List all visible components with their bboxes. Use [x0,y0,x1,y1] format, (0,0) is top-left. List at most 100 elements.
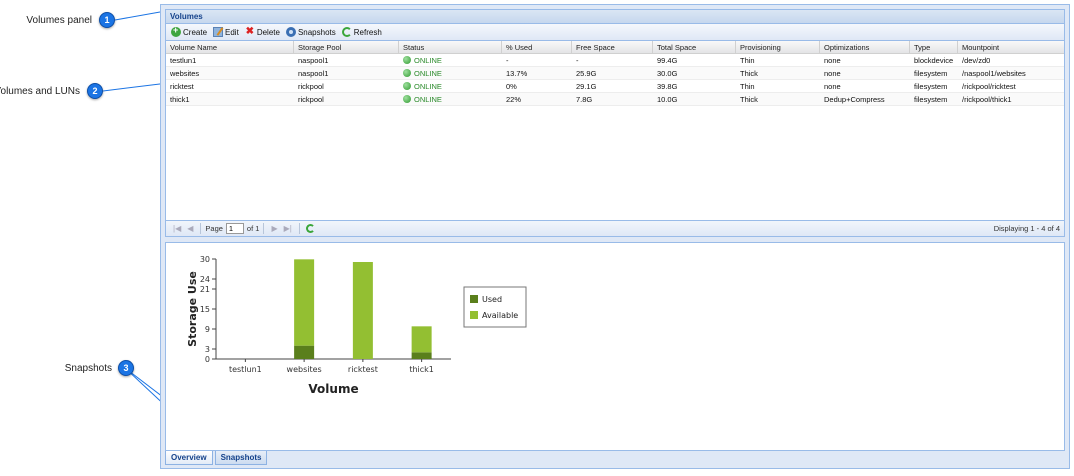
y-tick-label: 3 [205,345,210,354]
cell-optimizations: none [824,82,841,91]
cell-storage-pool: naspool1 [298,56,329,65]
cell-total-space: 30.0G [657,69,678,78]
status-online-icon [403,95,411,103]
bar-available-thick1 [411,326,432,353]
status-online-icon [403,69,411,77]
table-row[interactable]: testlun1 naspool1 ONLINE - - 99.4G Thin … [166,54,1064,67]
col-header-storage-pool[interactable]: Storage Pool [294,41,399,53]
legend-swatch-available [470,311,478,319]
cell-percent-used: 0% [506,82,517,91]
table-row[interactable]: ricktest rickpool ONLINE 0% 29.1G 39.8G … [166,80,1064,93]
pager-refresh-icon[interactable] [305,224,315,233]
cell-status: ONLINE [399,67,502,79]
callout-badge-3: 3 [118,360,134,376]
cell-type: filesystem [914,95,948,104]
cell-status: ONLINE [399,54,502,66]
paging-toolbar: |◀ ◀ Page of 1 ▶ ▶| Displaying 1 - 4 of … [166,220,1064,236]
bar-available-websites [294,259,315,346]
first-page-icon[interactable]: |◀ [170,224,184,233]
y-tick-label: 21 [200,285,210,294]
snapshot-icon [285,27,296,37]
callout-label-volumes-panel: Volumes panel [26,15,92,26]
x-tick-label: websites [287,365,322,374]
status-online-icon [403,82,411,90]
status-text: ONLINE [414,69,442,78]
bar-used-thick1 [411,352,432,359]
col-header-mountpoint[interactable]: Mountpoint [958,41,1062,53]
cell-percent-used: 22% [506,95,522,104]
cell-total-space: 99.4G [657,56,678,65]
bar-available-ricktest [352,262,373,359]
create-button[interactable]: Create [168,25,210,40]
refresh-label: Refresh [353,27,382,37]
col-header-provisioning[interactable]: Provisioning [736,41,820,53]
col-header-optimizations[interactable]: Optimizations [820,41,910,53]
table-row[interactable]: thick1 rickpool ONLINE 22% 7.8G 10.0G Th… [166,93,1064,106]
col-header-total-space[interactable]: Total Space [653,41,736,53]
cell-percent-used: - [506,56,509,65]
table-row[interactable]: websites naspool1 ONLINE 13.7% 25.9G 30.… [166,67,1064,80]
pager-separator [298,223,300,234]
cell-provisioning: Thin [740,56,755,65]
y-axis-title: Storage Use [186,271,199,347]
delete-label: Delete [256,27,280,37]
volumes-grid-header: Volume Name Storage Pool Status % Used F… [166,41,1064,54]
pager-separator [263,223,265,234]
status-text: ONLINE [414,56,442,65]
cell-mountpoint: /rickpool/ricktest [962,82,1016,91]
callout-badge-1: 1 [99,12,115,28]
volumes-grid-body: testlun1 naspool1 ONLINE - - 99.4G Thin … [166,54,1064,166]
cell-provisioning: Thick [740,69,758,78]
next-page-icon[interactable]: ▶ [268,224,280,233]
legend-label-available: Available [482,311,518,320]
cell-status: ONLINE [399,93,502,105]
delete-button[interactable]: ✖ Delete [242,25,283,40]
refresh-button[interactable]: Refresh [339,25,385,40]
leader-line-1 [114,11,161,21]
col-header-free-space[interactable]: Free Space [572,41,653,53]
create-icon [171,25,181,37]
callout-label-volumes-and-luns: Volumes and LUNs [0,86,80,97]
storage-use-chart: 03 9 15 2124 30 testlun1 websites ricktest thick… [186,255,527,396]
app-frame: Volumes Create Edit ✖ Delete Snapshots R… [160,4,1070,469]
x-tick-label: ricktest [348,365,378,374]
cell-optimizations: none [824,69,841,78]
cell-free-space: - [576,56,579,65]
overview-chart-panel: 0 3 9 15 21 24 30 testlun1 websites ricktest thick… [165,242,1065,451]
col-header-volume-name[interactable]: Volume Name [166,41,294,53]
snapshots-button[interactable]: Snapshots [283,25,339,40]
last-page-icon[interactable]: ▶| [281,224,295,233]
tab-overview[interactable]: Overview [165,451,213,465]
legend-label-used: Used [482,295,502,304]
bar-used-websites [294,345,315,359]
page-label: Page [205,224,223,233]
cell-percent-used: 13.7% [506,69,528,78]
snapshots-label: Snapshots [297,27,336,37]
cell-type: blockdevice [914,56,954,65]
cell-volume-name: thick1 [170,95,190,104]
col-header-percent-used[interactable]: % Used [502,41,572,53]
cell-optimizations: none [824,56,841,65]
callout-label-snapshots: Snapshots [64,363,112,374]
pager-separator [200,223,202,234]
cell-provisioning: Thin [740,82,755,91]
edit-button[interactable]: Edit [210,25,242,40]
x-axis-title: Volume [308,382,358,396]
col-header-type[interactable]: Type [910,41,958,53]
legend-box [463,286,527,328]
refresh-icon [341,27,352,37]
volumes-panel: Volumes Create Edit ✖ Delete Snapshots R… [165,9,1065,237]
edit-label: Edit [225,27,239,37]
cell-type: filesystem [914,69,948,78]
leader-line-2 [102,82,169,92]
col-header-status[interactable]: Status [399,41,502,53]
y-tick-label: 24 [200,275,210,284]
page-number-input[interactable] [225,223,244,234]
cell-mountpoint: /naspool1/websites [962,69,1026,78]
cell-volume-name: ricktest [170,82,194,91]
status-online-icon [403,56,411,64]
delete-icon: ✖ [245,26,254,37]
tab-snapshots[interactable]: Snapshots [214,451,268,465]
cell-type: filesystem [914,82,948,91]
prev-page-icon[interactable]: ◀ [184,224,196,233]
